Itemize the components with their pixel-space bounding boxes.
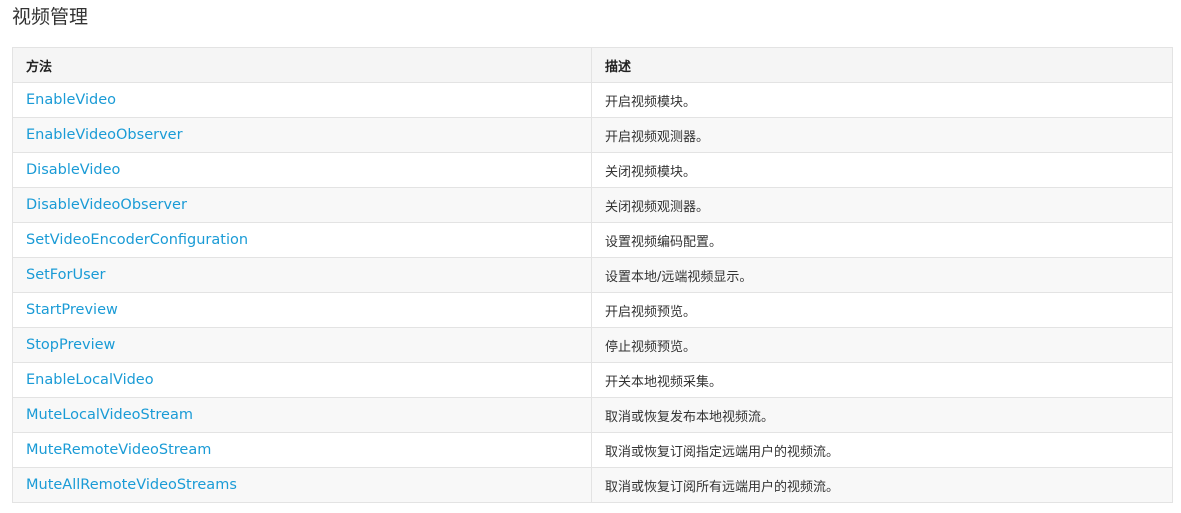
method-cell: EnableVideo <box>12 82 592 118</box>
page-title: 视频管理 <box>12 6 89 28</box>
table-row: DisableVideoObserver 关闭视频观测器。 <box>12 187 1173 223</box>
method-description: 设置本地/远端视频显示。 <box>605 269 753 285</box>
method-description: 关闭视频模块。 <box>605 164 697 180</box>
table-row: MuteAllRemoteVideoStreams 取消或恢复订阅所有远端用户的… <box>12 467 1173 503</box>
method-cell: MuteAllRemoteVideoStreams <box>12 467 592 503</box>
method-cell: MuteLocalVideoStream <box>12 397 592 433</box>
description-cell: 开启视频模块。 <box>591 82 1173 118</box>
method-link-enable-video-observer[interactable]: EnableVideoObserver <box>26 127 183 143</box>
method-link-disable-video-observer[interactable]: DisableVideoObserver <box>26 197 187 213</box>
description-cell: 关闭视频观测器。 <box>591 187 1173 223</box>
description-cell: 关闭视频模块。 <box>591 152 1173 188</box>
method-cell: EnableVideoObserver <box>12 117 592 153</box>
table-header-row: 方法 描述 <box>12 47 1173 83</box>
description-cell: 开启视频预览。 <box>591 292 1173 328</box>
method-cell: MuteRemoteVideoStream <box>12 432 592 468</box>
description-cell: 停止视频预览。 <box>591 327 1173 363</box>
method-description: 开启视频预览。 <box>605 304 697 320</box>
description-cell: 开关本地视频采集。 <box>591 362 1173 398</box>
method-cell: EnableLocalVideo <box>12 362 592 398</box>
method-link-start-preview[interactable]: StartPreview <box>26 302 118 318</box>
method-description: 开启视频模块。 <box>605 94 697 110</box>
method-link-mute-all-remote-video-streams[interactable]: MuteAllRemoteVideoStreams <box>26 477 237 493</box>
method-description: 取消或恢复发布本地视频流。 <box>605 409 775 425</box>
description-cell: 取消或恢复订阅所有远端用户的视频流。 <box>591 467 1173 503</box>
column-header-method: 方法 <box>12 47 592 83</box>
method-description: 关闭视频观测器。 <box>605 199 710 215</box>
table-row: StartPreview 开启视频预览。 <box>12 292 1173 328</box>
method-link-enable-video[interactable]: EnableVideo <box>26 92 116 108</box>
description-cell: 开启视频观测器。 <box>591 117 1173 153</box>
description-cell: 设置本地/远端视频显示。 <box>591 257 1173 293</box>
table-row: SetForUser 设置本地/远端视频显示。 <box>12 257 1173 293</box>
method-cell: DisableVideo <box>12 152 592 188</box>
column-header-description: 描述 <box>591 47 1173 83</box>
description-cell: 取消或恢复订阅指定远端用户的视频流。 <box>591 432 1173 468</box>
method-description: 取消或恢复订阅指定远端用户的视频流。 <box>605 444 840 460</box>
method-cell: StartPreview <box>12 292 592 328</box>
table-row: MuteRemoteVideoStream 取消或恢复订阅指定远端用户的视频流。 <box>12 432 1173 468</box>
table-row: EnableVideo 开启视频模块。 <box>12 82 1173 118</box>
method-cell: SetVideoEncoderConfiguration <box>12 222 592 258</box>
method-description: 停止视频预览。 <box>605 339 697 355</box>
method-link-mute-local-video-stream[interactable]: MuteLocalVideoStream <box>26 407 193 423</box>
table-body: EnableVideo 开启视频模块。 EnableVideoObserver … <box>12 82 1173 503</box>
method-link-enable-local-video[interactable]: EnableLocalVideo <box>26 372 154 388</box>
method-link-set-for-user[interactable]: SetForUser <box>26 267 106 283</box>
method-cell: SetForUser <box>12 257 592 293</box>
method-cell: DisableVideoObserver <box>12 187 592 223</box>
description-cell: 取消或恢复发布本地视频流。 <box>591 397 1173 433</box>
description-cell: 设置视频编码配置。 <box>591 222 1173 258</box>
api-method-table: 方法 描述 EnableVideo 开启视频模块。 EnableVideoObs… <box>12 47 1173 503</box>
method-link-stop-preview[interactable]: StopPreview <box>26 337 115 353</box>
table-row: EnableVideoObserver 开启视频观测器。 <box>12 117 1173 153</box>
table-row: DisableVideo 关闭视频模块。 <box>12 152 1173 188</box>
method-link-disable-video[interactable]: DisableVideo <box>26 162 120 178</box>
method-description: 取消或恢复订阅所有远端用户的视频流。 <box>605 479 840 495</box>
method-cell: StopPreview <box>12 327 592 363</box>
method-description: 开关本地视频采集。 <box>605 374 723 390</box>
method-link-set-video-encoder-configuration[interactable]: SetVideoEncoderConfiguration <box>26 232 248 248</box>
table-row: SetVideoEncoderConfiguration 设置视频编码配置。 <box>12 222 1173 258</box>
table-row: EnableLocalVideo 开关本地视频采集。 <box>12 362 1173 398</box>
method-description: 设置视频编码配置。 <box>605 234 723 250</box>
table-row: StopPreview 停止视频预览。 <box>12 327 1173 363</box>
table-row: MuteLocalVideoStream 取消或恢复发布本地视频流。 <box>12 397 1173 433</box>
method-link-mute-remote-video-stream[interactable]: MuteRemoteVideoStream <box>26 442 211 458</box>
method-description: 开启视频观测器。 <box>605 129 710 145</box>
